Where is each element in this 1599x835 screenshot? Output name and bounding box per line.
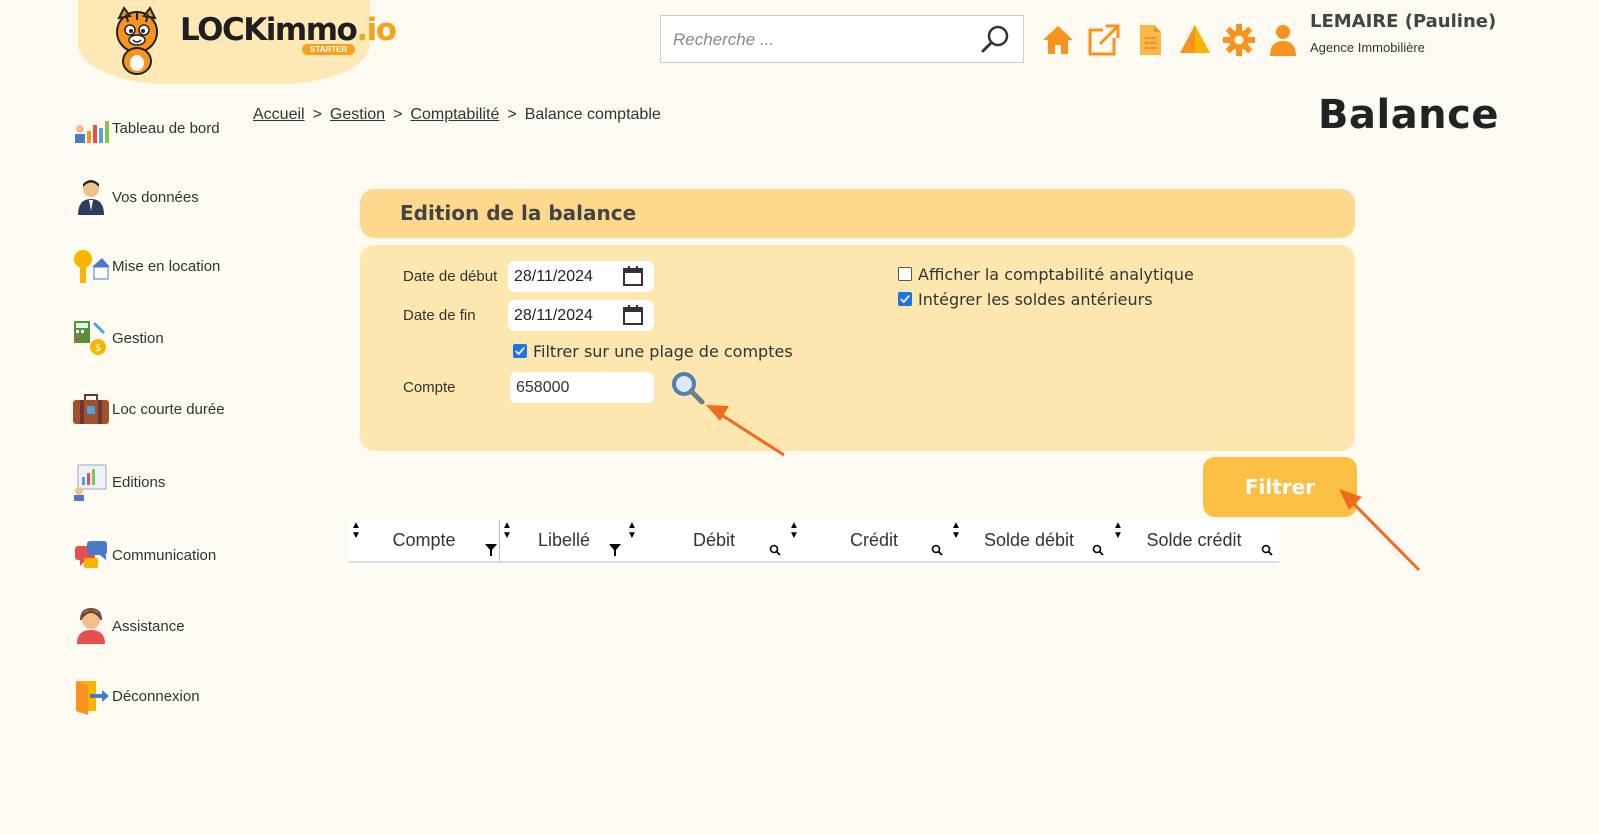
breadcrumb-accueil[interactable]: Accueil — [253, 106, 305, 123]
logo-badge: STARTER — [302, 44, 356, 55]
report-icon — [74, 464, 107, 501]
breadcrumb: Accueil > Gestion > Comptabilité > Balance com… — [253, 106, 661, 123]
support-agent-icon — [77, 607, 105, 644]
alert-icon[interactable] — [1178, 23, 1212, 57]
sidebar-item-label: Gestion — [112, 329, 164, 347]
date-debut-field[interactable]: 28/11/2024 — [508, 261, 654, 292]
sidebar-item-label: Communication — [112, 546, 217, 564]
breadcrumb-current: Balance comptable — [524, 106, 661, 123]
filter-icon[interactable] — [609, 544, 621, 556]
sort-icon[interactable]: ▲ ▼ — [789, 521, 799, 541]
panel-header: Edition de la balance — [360, 189, 1355, 238]
search-icon[interactable] — [931, 544, 943, 556]
date-fin-label: Date de fin — [403, 307, 476, 324]
suitcase-icon — [73, 394, 109, 424]
calendar-icon[interactable] — [622, 304, 644, 326]
date-debut-label: Date de début — [403, 268, 498, 285]
column-credit[interactable]: Crédit — [799, 520, 949, 561]
column-compte[interactable]: Compte — [349, 520, 499, 561]
search-box — [660, 15, 1024, 63]
table-header: Compte Libellé Débit Crédit Solde débit … — [349, 520, 1279, 563]
analytique-label: Afficher la comptabilité analytique — [918, 265, 1194, 284]
user-icon[interactable] — [1266, 23, 1300, 57]
sidebar-item-label: Editions — [112, 473, 166, 491]
tiger-mascot-icon — [116, 6, 158, 75]
sidebar-item-label: Mise en location — [112, 257, 221, 275]
sidebar-item-loc-courte-duree[interactable]: Loc courte durée — [72, 389, 225, 429]
filtrer-button[interactable]: Filtrer — [1203, 457, 1357, 517]
sort-icon[interactable]: ▲ ▼ — [351, 521, 361, 541]
user-name[interactable]: LEMAIRE (Pauline) — [1310, 11, 1496, 32]
search-icon[interactable] — [979, 24, 1011, 56]
search-icon[interactable] — [1261, 544, 1273, 556]
external-link-icon[interactable] — [1087, 23, 1121, 57]
calendar-icon[interactable] — [622, 265, 644, 287]
sidebar-item-tableau-de-bord[interactable]: Tableau de bord — [72, 108, 220, 148]
sidebar-item-label: Vos données — [112, 188, 199, 206]
breadcrumb-comptabilite[interactable]: Comptabilité — [410, 106, 499, 123]
sort-icon[interactable]: ▲ ▼ — [951, 521, 961, 541]
sidebar-item-gestion[interactable]: $ Gestion — [72, 318, 164, 358]
sidebar-item-mise-en-location[interactable]: Mise en location — [72, 246, 220, 286]
person-icon — [78, 180, 104, 215]
svg-text:$: $ — [95, 343, 101, 354]
account-search-icon[interactable] — [670, 370, 706, 406]
search-input[interactable] — [671, 26, 975, 54]
chat-icon — [75, 541, 107, 568]
sidebar-item-label: Loc courte durée — [112, 400, 225, 418]
dashboard-icon — [75, 121, 109, 143]
analytique-checkbox[interactable] — [898, 267, 912, 281]
page-title: Balance — [1318, 92, 1499, 138]
document-icon[interactable] — [1133, 23, 1167, 57]
home-icon[interactable] — [1041, 23, 1075, 57]
filtrer-plage-label: Filtrer sur une plage de comptes — [533, 342, 793, 361]
filtrer-plage-checkbox[interactable] — [513, 344, 527, 358]
calculator-icon: $ — [74, 321, 106, 355]
compte-label: Compte — [403, 379, 456, 396]
column-solde-credit[interactable]: Solde crédit — [1109, 520, 1279, 561]
search-icon[interactable] — [769, 544, 781, 556]
sort-icon[interactable]: ▲ ▼ — [627, 521, 637, 541]
panel-title: Edition de la balance — [400, 201, 637, 225]
sidebar-item-deconnexion[interactable]: Déconnexion — [72, 676, 200, 716]
gear-icon[interactable] — [1222, 23, 1256, 57]
user-role: Agence Immobilière — [1310, 40, 1425, 55]
breadcrumb-gestion[interactable]: Gestion — [330, 106, 385, 123]
soldes-anterieurs-checkbox[interactable] — [898, 292, 912, 306]
soldes-anterieurs-label: Intégrer les soldes antérieurs — [918, 290, 1153, 309]
filter-icon[interactable] — [485, 544, 497, 556]
sidebar-item-assistance[interactable]: Assistance — [72, 606, 185, 646]
key-house-icon — [74, 250, 110, 283]
sidebar-item-label: Déconnexion — [112, 687, 200, 705]
sort-icon[interactable]: ▲ ▼ — [502, 521, 512, 541]
compte-input[interactable]: 658000 — [510, 372, 654, 403]
sidebar-item-editions[interactable]: Editions — [72, 462, 165, 502]
logout-icon — [76, 681, 109, 715]
date-fin-field[interactable]: 28/11/2024 — [508, 300, 654, 331]
sidebar-item-label: Tableau de bord — [112, 119, 220, 137]
logo[interactable]: LOCKimmo.io STARTER — [78, 0, 397, 84]
sidebar-item-label: Assistance — [112, 617, 185, 635]
sidebar-item-communication[interactable]: Communication — [72, 535, 216, 575]
search-icon[interactable] — [1092, 544, 1104, 556]
column-solde-debit[interactable]: Solde débit — [949, 520, 1109, 561]
sort-icon[interactable]: ▲ ▼ — [1113, 521, 1123, 541]
sidebar-item-vos-donnees[interactable]: Vos données — [72, 177, 199, 217]
logo-text: LOCKimmo.io — [180, 12, 397, 48]
